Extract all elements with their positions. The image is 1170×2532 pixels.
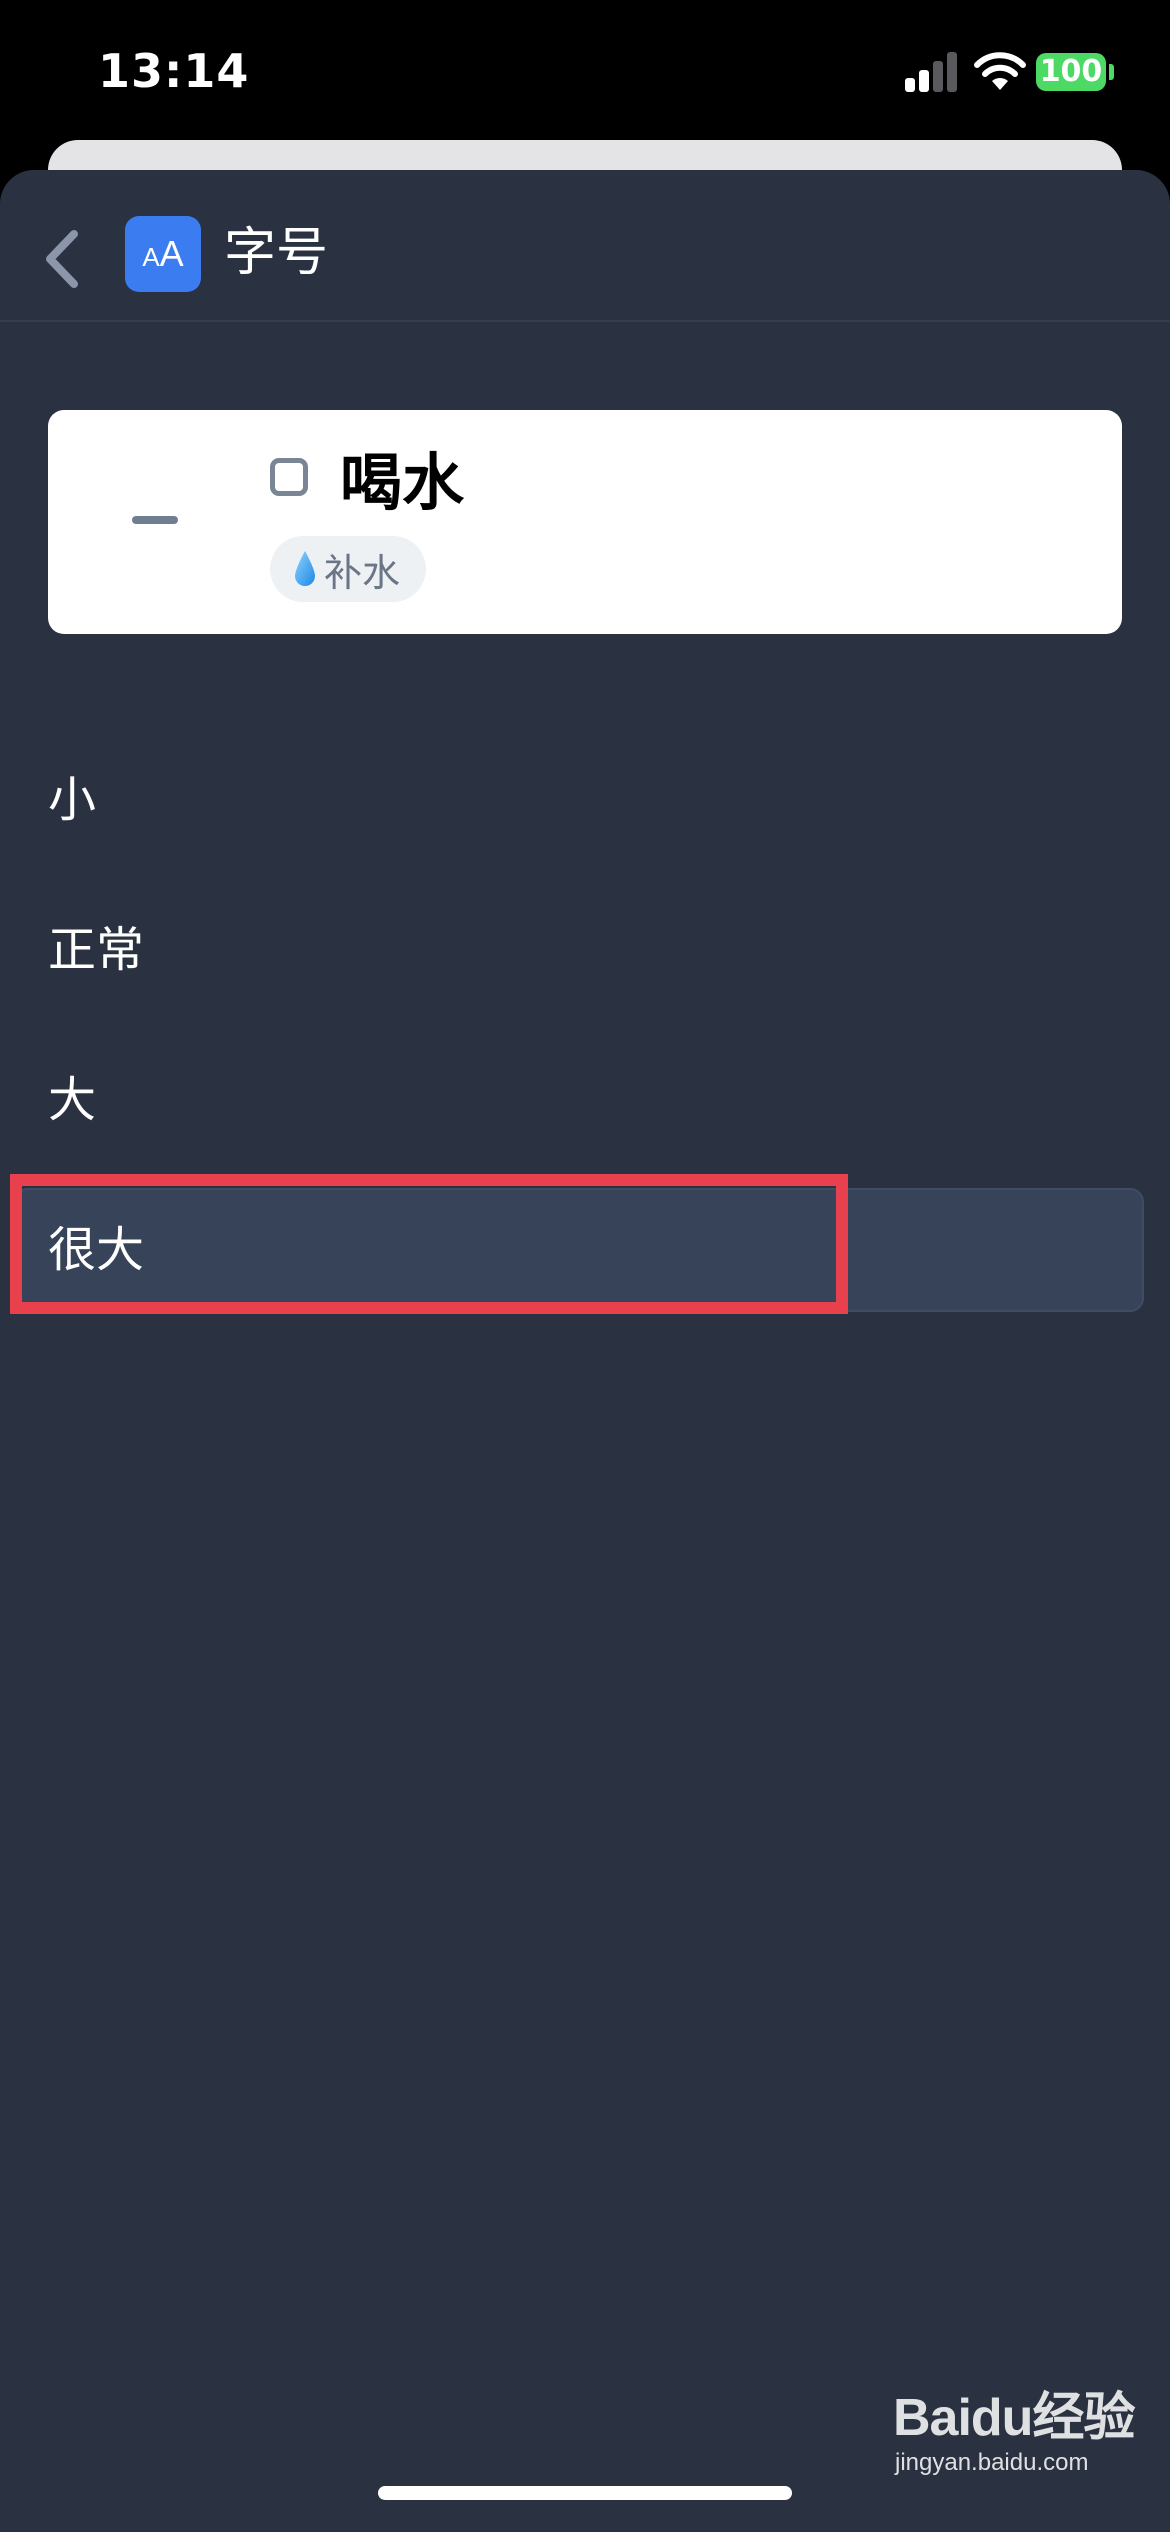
watermark-url: jingyan.baidu.com: [895, 2449, 1089, 2476]
highlight-annotation: [10, 1174, 848, 1314]
font-size-icon: AA: [125, 216, 201, 292]
wifi-icon: [974, 52, 1026, 90]
tag-label: 补水: [324, 550, 401, 595]
font-size-sheet: AA 字号 喝水 补水 小 正常 大 很大: [0, 170, 1170, 2532]
task-title: 喝水: [340, 446, 465, 519]
back-chevron-icon[interactable]: [38, 224, 88, 294]
signal-icon: [905, 50, 957, 92]
option-small[interactable]: 小: [48, 770, 96, 830]
option-large[interactable]: 大: [48, 1070, 96, 1130]
preview-card: 喝水 补水: [48, 410, 1122, 634]
tag-chip: 补水: [270, 536, 427, 602]
battery-icon: 100: [1036, 53, 1106, 91]
page-title: 字号: [224, 223, 329, 283]
task-checkbox: [270, 458, 308, 496]
drag-handle-icon: [132, 516, 178, 524]
status-bar: 13:14 100: [0, 0, 1170, 150]
sheet-header: AA 字号: [0, 170, 1170, 322]
watermark: Baidu经验 jingyan.baidu.com: [893, 2375, 1143, 2485]
status-time: 13:14: [98, 44, 250, 98]
watermark-logo: Baidu经验: [893, 2389, 1135, 2447]
option-normal[interactable]: 正常: [48, 920, 144, 980]
battery-nub: [1109, 64, 1114, 80]
home-indicator[interactable]: [378, 2486, 792, 2500]
water-drop-icon: [295, 551, 315, 586]
